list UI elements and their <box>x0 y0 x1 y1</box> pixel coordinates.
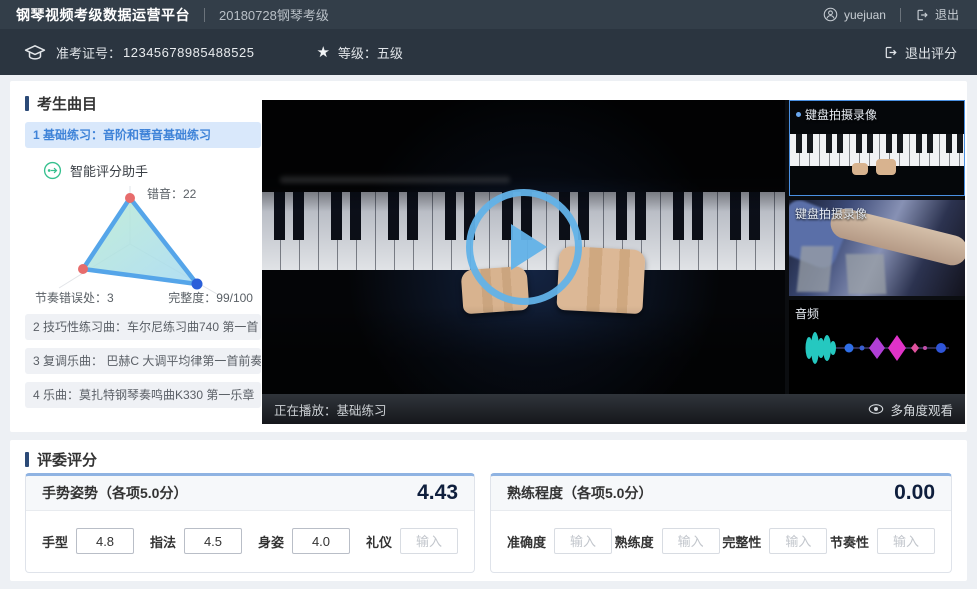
field-label: 指法 <box>150 532 176 551</box>
level-label: 等级： <box>338 43 377 62</box>
exit-grading-label: 退出评分 <box>905 43 957 62</box>
ai-assistant-icon <box>43 161 62 180</box>
repertoire-sidebar: 考生曲目 1 基础练习：音阶和琶音基础练习 智能评分助手 <box>25 93 261 408</box>
scene-blob <box>797 246 834 292</box>
etiquette-input[interactable] <box>400 528 458 554</box>
proficiency-card: 熟练程度（各项5.0分） 0.00 准确度 熟练度 完整性 节奏性 <box>490 473 952 573</box>
field-completeness: 完整性 <box>722 528 827 554</box>
app-window: 钢琴视频考级数据运营平台 20180728钢琴考级 yuejuan 退出 <box>0 0 977 589</box>
proficiency-input[interactable] <box>662 528 720 554</box>
completeness-input[interactable] <box>769 528 827 554</box>
field-label: 节奏性 <box>830 532 869 551</box>
gesture-posture-total: 4.43 <box>417 481 458 505</box>
play-icon <box>511 224 547 270</box>
graduation-cap-icon <box>24 44 46 61</box>
repertoire-section-title: 考生曲目 <box>25 93 261 114</box>
level-value: 五级 <box>377 43 403 62</box>
keyboard-cam-top-panel[interactable]: 键盘拍摄录像 <box>789 100 965 196</box>
audio-panel[interactable]: 音频 <box>789 300 965 394</box>
proficiency-title: 熟练程度（各项5.0分） <box>507 483 652 503</box>
proficiency-fields: 准确度 熟练度 完整性 节奏性 <box>491 528 951 554</box>
scoring-section-title: 评委评分 <box>25 449 97 470</box>
user-icon <box>823 7 838 22</box>
song-item-3[interactable]: 3 复调乐曲： 巴赫C 大调平均律第一首前奏曲 <box>25 348 261 374</box>
video-player-zone: 键盘拍摄录像 键盘拍摄录像 <box>262 100 965 424</box>
field-label: 完整性 <box>722 532 761 551</box>
now-playing-text: 正在播放：基础练习 <box>274 400 387 419</box>
scene-blob <box>846 254 887 294</box>
song-item-1[interactable]: 1 基础练习：音阶和琶音基础练习 <box>25 122 261 148</box>
field-label: 手型 <box>42 532 68 551</box>
app-title: 钢琴视频考级数据运营平台 <box>16 5 190 25</box>
scoring-title-text: 评委评分 <box>37 449 97 470</box>
keyboard-cam-top-label: 键盘拍摄录像 <box>796 106 877 123</box>
title-accent-bar <box>25 452 29 467</box>
field-hand-shape: 手型 <box>42 528 134 554</box>
top-header-bar: 钢琴视频考级数据运营平台 20180728钢琴考级 yuejuan 退出 <box>0 0 977 29</box>
logout-label: 退出 <box>935 6 959 23</box>
mini-hand-graphic <box>852 163 868 175</box>
exam-info-bar: 准考证号： 12345678985488525 ★ 等级： 五级 退出评分 <box>0 29 977 75</box>
field-etiquette: 礼仪 <box>366 528 458 554</box>
field-label: 礼仪 <box>366 532 392 551</box>
camera-panel-column: 键盘拍摄录像 键盘拍摄录像 <box>789 100 965 394</box>
repertoire-title-text: 考生曲目 <box>37 93 97 114</box>
ticket-label: 准考证号： <box>56 43 121 62</box>
ticket-number: 12345678985488525 <box>123 45 254 60</box>
play-button[interactable] <box>466 189 582 305</box>
song-item-4[interactable]: 4 乐曲：莫扎特钢琴奏鸣曲K330 第一乐章 <box>25 382 261 408</box>
session-title: 20180728钢琴考级 <box>219 5 329 24</box>
player-status-bar: 正在播放：基础练习 多角度观看 <box>262 394 965 424</box>
logout-button[interactable]: 退出 <box>915 6 959 23</box>
judges-scoring-card: 评委评分 手势姿势（各项5.0分） 4.43 手型 指法 身姿 <box>10 440 967 581</box>
divider <box>900 8 901 22</box>
hand-shape-input[interactable] <box>76 528 134 554</box>
posture-input[interactable] <box>292 528 350 554</box>
mini-hand-graphic <box>876 159 896 175</box>
exit-grading-icon <box>883 45 898 60</box>
title-accent-bar <box>25 96 29 111</box>
gesture-posture-title: 手势姿势（各项5.0分） <box>42 483 187 503</box>
star-icon: ★ <box>316 43 329 61</box>
keyboard-cam-side-label: 键盘拍摄录像 <box>795 205 867 222</box>
proficiency-header: 熟练程度（各项5.0分） 0.00 <box>491 476 951 511</box>
exam-main-card: 考生曲目 1 基础练习：音阶和琶音基础练习 智能评分助手 <box>10 81 967 432</box>
divider <box>204 8 205 22</box>
field-fingering: 指法 <box>150 528 242 554</box>
eye-icon <box>868 403 884 415</box>
proficiency-total: 0.00 <box>894 481 935 505</box>
keyboard-cam-side-panel[interactable]: 键盘拍摄录像 <box>789 200 965 296</box>
multi-angle-button[interactable]: 多角度观看 <box>868 400 953 419</box>
field-label: 熟练度 <box>615 532 654 551</box>
radar-label-wrong-notes: 错音：22 <box>147 185 196 202</box>
logout-icon <box>915 8 929 22</box>
gesture-posture-header: 手势姿势（各项5.0分） 4.43 <box>26 476 474 511</box>
field-proficiency: 熟练度 <box>615 528 720 554</box>
ai-score-assistant-toggle[interactable]: 智能评分助手 <box>43 161 261 180</box>
fingering-input[interactable] <box>184 528 242 554</box>
field-accuracy: 准确度 <box>507 528 612 554</box>
field-rhythm: 节奏性 <box>830 528 935 554</box>
field-label: 身姿 <box>258 532 284 551</box>
user-menu[interactable]: yuejuan <box>823 7 886 22</box>
main-video[interactable] <box>262 100 785 394</box>
gesture-posture-card: 手势姿势（各项5.0分） 4.43 手型 指法 身姿 礼仪 <box>25 473 475 573</box>
username: yuejuan <box>844 8 886 22</box>
radar-chart: 错音：22 节奏错误处：3 完整度：99/100 <box>25 182 255 306</box>
field-label: 准确度 <box>507 532 546 551</box>
gesture-posture-fields: 手型 指法 身姿 礼仪 <box>26 528 474 554</box>
radar-label-completeness: 完整度：99/100 <box>168 289 253 306</box>
multi-angle-label: 多角度观看 <box>890 400 953 419</box>
song-item-2[interactable]: 2 技巧性练习曲：车尔尼练习曲740 第一首 <box>25 314 261 340</box>
accuracy-input[interactable] <box>554 528 612 554</box>
ai-assistant-label: 智能评分助手 <box>70 161 148 180</box>
radar-label-rhythm-errors: 节奏错误处：3 <box>35 289 114 306</box>
field-posture: 身姿 <box>258 528 350 554</box>
rhythm-input[interactable] <box>877 528 935 554</box>
audio-label: 音频 <box>795 305 819 322</box>
exit-grading-button[interactable]: 退出评分 <box>883 43 957 62</box>
active-dot-icon <box>796 112 801 117</box>
radar-chart-svg <box>25 182 255 306</box>
